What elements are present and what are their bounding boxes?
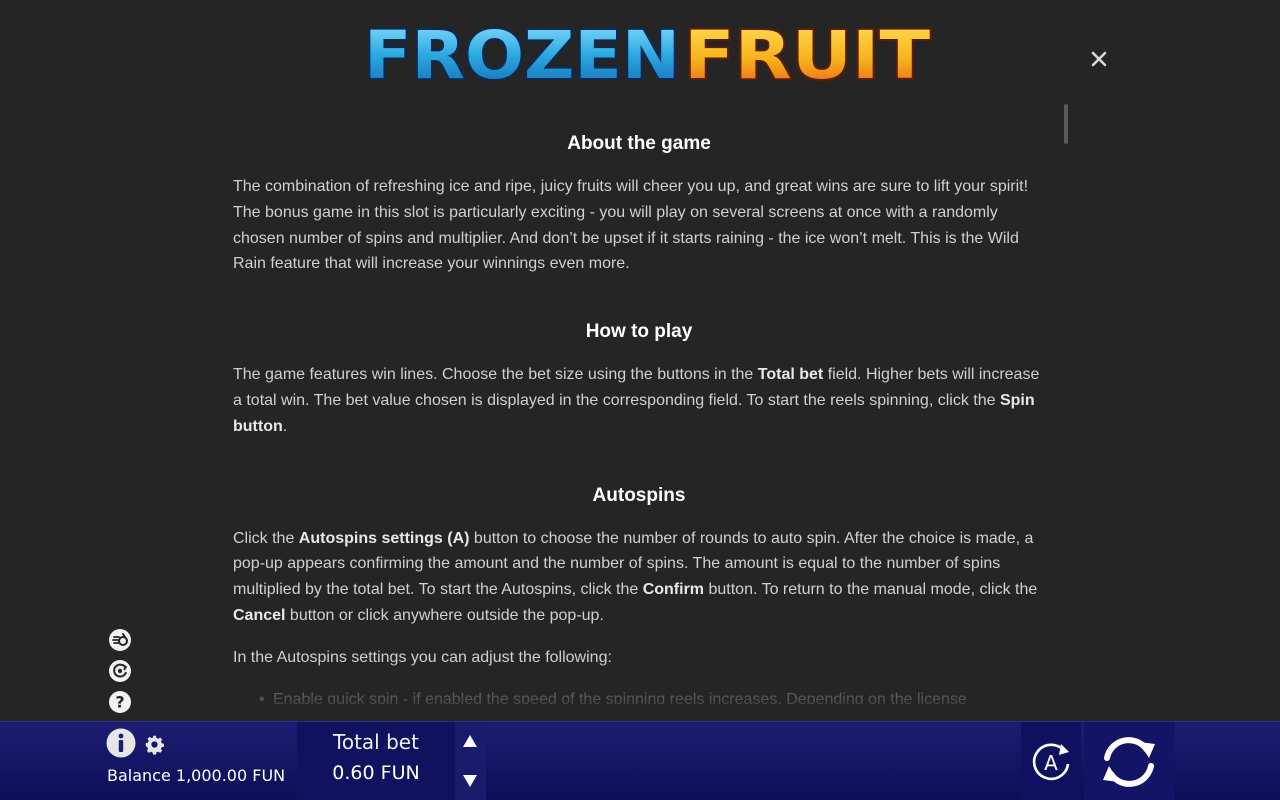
scrollbar-thumb[interactable] xyxy=(1064,104,1068,144)
how-to-play-text: The game features win lines. Choose the … xyxy=(233,366,1040,435)
logo-text-frozen: FROZEN xyxy=(364,17,680,92)
total-bet-panel: Total bet 0.60 FUN xyxy=(297,722,455,800)
spin-button[interactable] xyxy=(1084,722,1175,800)
autospins-text: Click the Autospins settings (A) button … xyxy=(233,529,1038,624)
autoplay-settings-button[interactable] xyxy=(108,659,132,683)
about-text: The combination of refreshing ice and ri… xyxy=(233,178,1029,273)
bet-stepper xyxy=(455,722,486,800)
side-icon-column: ? xyxy=(108,628,134,721)
help-icon: ? xyxy=(109,691,131,713)
spin-icon xyxy=(1103,737,1155,787)
info-button[interactable] xyxy=(106,728,136,758)
autospins-options-list: Enable quick spin - if enabled the speed… xyxy=(259,687,1045,704)
svg-text:?: ? xyxy=(115,693,124,712)
autoplay-settings-icon xyxy=(109,660,131,682)
bottom-control-bar: Balance 1,000.00 FUN Total bet 0.60 FUN … xyxy=(0,721,1280,800)
close-icon xyxy=(1091,51,1107,67)
total-bet-label: Total bet xyxy=(333,730,419,754)
balance-display: Balance 1,000.00 FUN xyxy=(107,766,285,785)
rules-content: About the game The combination of refres… xyxy=(233,130,1045,704)
section-title-how-to-play: How to play xyxy=(585,321,693,343)
section-title-autospins: Autospins xyxy=(592,484,686,506)
autospins-button[interactable]: A xyxy=(1021,722,1081,800)
arrow-down-icon xyxy=(463,775,477,787)
autospin-icon: A xyxy=(1032,743,1070,781)
help-button[interactable]: ? xyxy=(108,690,132,714)
bet-increase-button[interactable] xyxy=(455,722,486,760)
arrow-up-icon xyxy=(463,735,477,747)
autospins-adjust-text: In the Autospins settings you can adjust… xyxy=(233,648,612,666)
logo-text-fruit: FRUIT xyxy=(684,17,930,92)
list-item: Enable quick spin - if enabled the speed… xyxy=(259,687,1045,704)
turbo-button[interactable] xyxy=(108,628,132,652)
settings-button[interactable] xyxy=(144,734,165,755)
gear-icon xyxy=(145,735,164,755)
autospin-label: A xyxy=(1044,751,1058,775)
close-button[interactable] xyxy=(1086,46,1112,72)
turbo-icon xyxy=(109,629,131,651)
section-title-about: About the game xyxy=(567,133,711,154)
total-bet-value: 0.60 FUN xyxy=(332,762,420,784)
balance-label: Balance xyxy=(107,766,171,785)
info-icon xyxy=(106,728,136,758)
balance-value: 1,000.00 FUN xyxy=(175,766,286,785)
bet-decrease-button[interactable] xyxy=(455,762,486,800)
game-logo: FROZEN FRUIT xyxy=(360,12,940,96)
